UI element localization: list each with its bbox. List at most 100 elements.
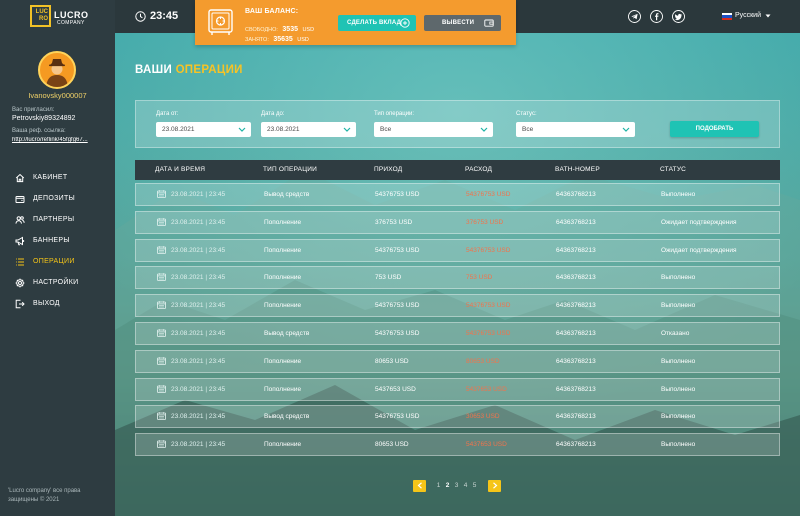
row-expense: 54376753 USD [466,191,511,198]
row-type: Пополнение [264,357,302,365]
calendar-icon [157,245,166,254]
row-expense: 30653 USD [466,413,500,421]
sidebar-item-operations[interactable]: ОПЕРАЦИИ [0,251,115,272]
sidebar: LUC RO LUCRO COMPANY Ivanovsky000007 Вас… [0,0,115,516]
pagination-page[interactable]: 5 [470,482,479,489]
pagination-page[interactable]: 4 [461,482,470,489]
busy-balance: ЗАНЯТО: 35635 USD [245,28,309,46]
table-row[interactable]: 23.08.2021 | 23:45 Пополнение 80653 USD 806… [135,349,780,373]
russia-flag-icon [722,13,732,20]
make-deposit-button[interactable]: СДЕЛАТЬ ВКЛАД [338,15,416,31]
calendar-icon [157,356,166,365]
telegram-icon[interactable] [628,10,641,23]
table-row[interactable]: 23.08.2021 | 23:45 Вывод средств 54376753 … [135,405,780,429]
page-title-part-2: ОПЕРАЦИИ [175,64,243,76]
row-status: Выполнено [661,302,696,310]
calendar-icon [157,329,166,337]
row-date: 23.08.2021 | 23:45 [171,441,226,449]
sidebar-item-label: БАННЕРЫ [33,237,70,244]
operations-table: 23.08.2021 | 23:45 Вывод средств 54376753 … [135,183,780,459]
sidebar-item-banners[interactable]: БАННЕРЫ [0,230,115,251]
pagination-page[interactable]: 3 [452,482,461,489]
logo-mark-bottom: RO [39,16,48,22]
sidebar-item-settings[interactable]: НАСТРОЙКИ [0,272,115,293]
column-header-expense[interactable]: РАСХОД [465,160,492,180]
date-from-value: 23.08.2021 [162,126,195,133]
sidebar-item-cabinet[interactable]: КАБИНЕТ [0,167,115,188]
sidebar-item-label: ПАРТНЕРЫ [33,216,75,223]
apply-filter-button[interactable]: ПОДОБРАТЬ [670,121,759,137]
pagination-next-button[interactable] [488,479,501,492]
calendar-icon [157,301,166,310]
chevron-down-icon [343,127,351,132]
table-row[interactable]: 23.08.2021 | 23:45 Пополнение 80653 USD 543… [135,433,780,457]
sidebar-item-partners[interactable]: ПАРТНЕРЫ [0,209,115,230]
table-row[interactable]: 23.08.2021 | 23:45 Пополнение 54376753 USD… [135,294,780,318]
pagination-page[interactable]: 1 [434,482,443,489]
column-header-datetime[interactable]: ДАТА И ВРЕМЯ [155,160,205,180]
row-status: Отказано [661,330,690,337]
row-status: Выполнено [661,413,696,421]
row-date: 23.08.2021 | 23:45 [171,413,226,421]
date-to-value: 23.08.2021 [267,126,300,133]
withdraw-label: ВЫВЕСТИ [442,20,475,26]
column-header-income[interactable]: ПРИХОД [374,160,402,180]
home-icon [15,173,25,183]
table-row[interactable]: 23.08.2021 | 23:45 Пополнение 376753 USD 37… [135,210,780,234]
sidebar-item-deposits[interactable]: ДЕПОЗИТЫ [0,188,115,209]
date-to-select[interactable]: 23.08.2021 [261,122,356,137]
logo-name: LUCRO [54,10,89,20]
status-select[interactable]: Все [516,122,635,137]
status-value: Все [522,126,534,133]
table-row[interactable]: 23.08.2021 | 23:45 Пополнение 753 USD 753 U… [135,266,780,290]
table-row[interactable]: 23.08.2021 | 23:45 Вывод средств 54376753 … [135,322,780,345]
date-from-select[interactable]: 23.08.2021 [156,122,251,137]
sidebar-item-label: ВЫХОД [33,300,60,307]
twitter-icon[interactable] [672,10,685,23]
calendar-icon [157,384,166,393]
balance-panel: ВАШ БАЛАНС: СВОБОДНО: 3535 USD ЗАНЯТО: 3… [195,0,516,45]
logo-subtitle: COMPANY [57,20,85,26]
row-type: Вывод средств [264,413,310,421]
logo-mark-top: LUC [35,9,48,15]
row-type: Вывод средств [264,330,310,337]
avatar[interactable] [38,51,76,89]
row-date: 23.08.2021 | 23:45 [171,302,226,310]
chevron-left-icon [417,482,422,489]
row-income: 54376753 USD [375,302,420,310]
table-row[interactable]: 23.08.2021 | 23:45 Пополнение 5437653 USD 5… [135,377,780,401]
list-icon [15,257,25,267]
operation-type-select[interactable]: Все [374,122,493,137]
sidebar-item-logout[interactable]: ВЫХОД [0,293,115,314]
clock-icon [135,11,146,22]
language-selector[interactable]: Русский [735,12,761,19]
pagination-prev-button[interactable] [413,479,426,492]
busy-balance-amount: 35635 [273,36,293,43]
row-income: 80653 USD [375,441,409,449]
chevron-down-icon [480,127,488,132]
row-income: 54376753 USD [375,191,420,198]
row-expense: 5437653 USD [466,441,507,449]
withdraw-button[interactable]: ВЫВЕСТИ [424,15,501,31]
pagination-page[interactable]: 2 [443,482,452,489]
row-batch: 64363768213 [556,413,596,421]
table-row[interactable]: 23.08.2021 | 23:45 Пополнение 54376753 USD… [135,238,780,262]
row-income: 54376753 USD [375,246,420,254]
logo-mark: LUC RO [30,5,51,27]
current-time: 23:45 [150,10,179,22]
row-expense: 753 USD [466,274,493,282]
chevron-down-icon[interactable] [765,13,771,19]
table-row[interactable]: 23.08.2021 | 23:45 Вывод средств 54376753 … [135,183,780,206]
ref-link[interactable]: http://lucro/reflink/45fgfg67... [12,137,110,143]
row-date: 23.08.2021 | 23:45 [171,330,226,337]
column-header-status[interactable]: СТАТУС [660,160,686,180]
logo[interactable]: LUC RO LUCRO COMPANY [30,5,88,28]
column-header-type[interactable]: ТИП ОПЕРАЦИИ [263,160,317,180]
copyright-line-2: защищены © 2021 [8,497,60,503]
column-header-batch[interactable]: BATH-НОМЕР [555,160,600,180]
row-date: 23.08.2021 | 23:45 [171,191,226,198]
facebook-icon[interactable] [650,10,663,23]
balance-title: ВАШ БАЛАНС: [245,8,299,15]
calendar-icon [157,217,166,226]
row-expense: 376753 USD [466,218,504,226]
